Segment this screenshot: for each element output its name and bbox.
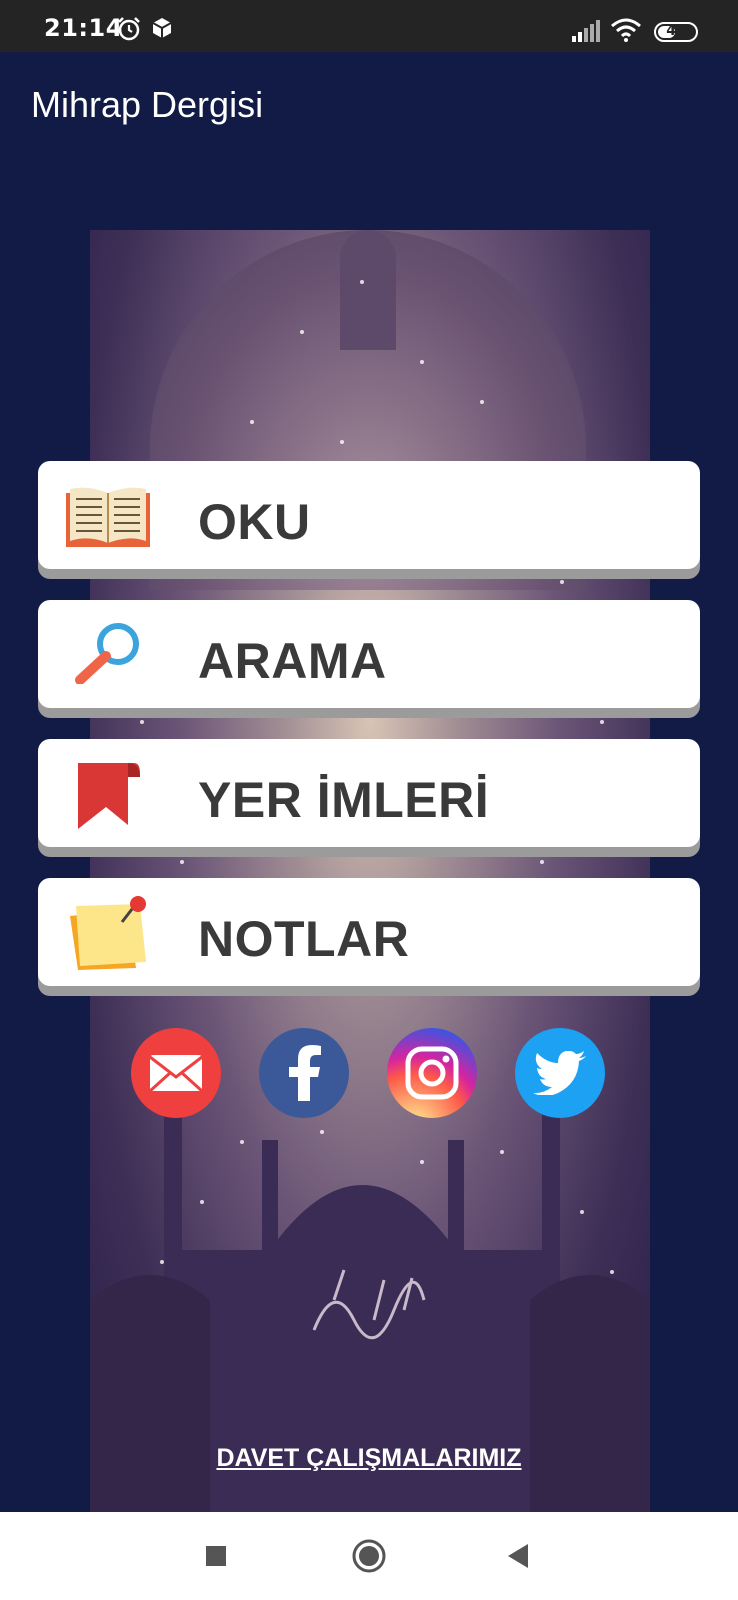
menu-notes-label: NOTLAR [198, 911, 410, 967]
home-button[interactable] [349, 1536, 389, 1576]
invitation-link[interactable]: DAVET ÇALIŞMALARIMIZ [0, 1444, 738, 1473]
menu-notes-button[interactable]: NOTLAR [38, 878, 700, 986]
instagram-button[interactable] [387, 1028, 477, 1118]
box-icon [152, 18, 172, 38]
background-spire [340, 230, 396, 350]
email-icon [148, 1055, 204, 1093]
status-bar: 21:14 47 [0, 0, 738, 52]
open-book-icon [66, 487, 150, 547]
facebook-icon [289, 1045, 321, 1101]
app-title: Mihrap Dergisi [31, 84, 264, 125]
sticky-note-icon [70, 896, 146, 970]
email-button[interactable] [131, 1028, 221, 1118]
navigation-bar [0, 1512, 738, 1600]
menu-search-button[interactable]: ARAMA [38, 600, 700, 708]
calligraphy-icon [312, 1269, 426, 1340]
app-bar: Mihrap Dergisi [0, 52, 738, 158]
alarm-icon [118, 17, 140, 41]
menu-bookmarks-button[interactable]: YER İMLERİ [38, 739, 700, 847]
magnifier-icon [75, 623, 139, 684]
battery-text: 47 [666, 23, 686, 39]
recents-button[interactable] [196, 1536, 236, 1576]
menu-read-button[interactable]: OKU [38, 461, 700, 569]
back-button[interactable] [500, 1536, 540, 1576]
twitter-button[interactable] [515, 1028, 605, 1118]
menu-bookmarks-label: YER İMLERİ [198, 772, 490, 828]
battery-indicator: 47 [654, 22, 698, 42]
bookmark-icon [78, 763, 140, 829]
status-time: 21:14 [44, 14, 123, 42]
menu-search-label: ARAMA [198, 633, 387, 689]
menu-read-label: OKU [198, 494, 311, 550]
twitter-icon [533, 1051, 586, 1095]
signal-icon [572, 20, 600, 42]
wifi-icon [611, 18, 641, 42]
facebook-button[interactable] [259, 1028, 349, 1118]
instagram-icon [405, 1046, 459, 1100]
